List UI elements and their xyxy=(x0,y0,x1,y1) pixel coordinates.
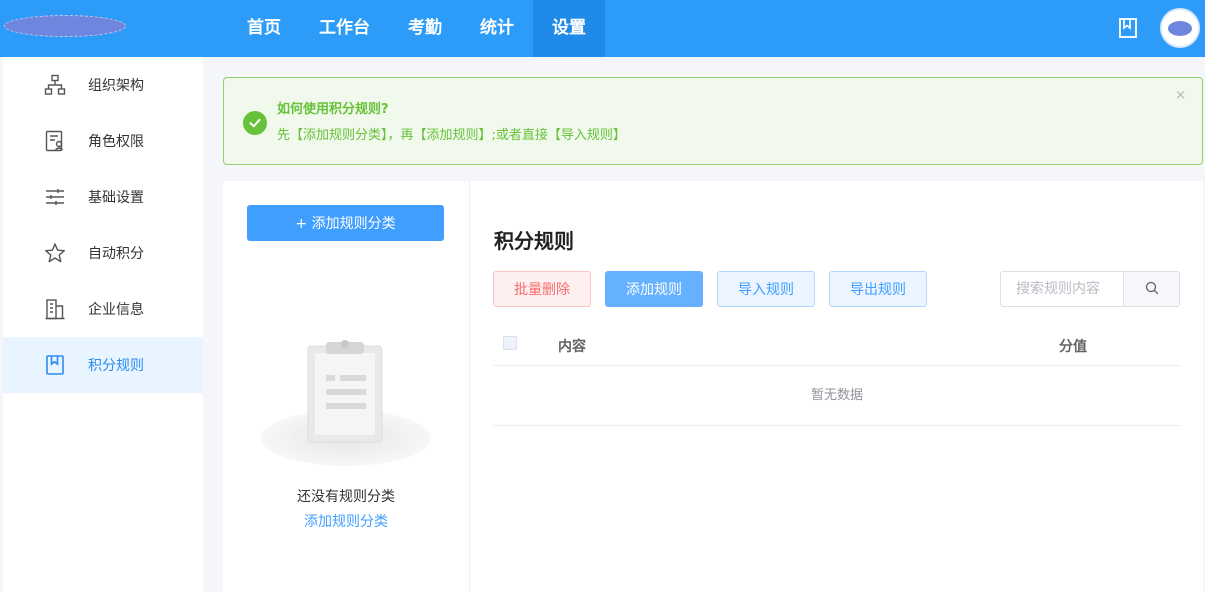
star-icon xyxy=(43,241,67,265)
avatar[interactable] xyxy=(1160,8,1200,48)
logo[interactable] xyxy=(4,15,126,37)
check-circle-icon xyxy=(243,111,267,135)
book-icon[interactable] xyxy=(1118,17,1138,39)
sidebar: 组织架构 角色权限 基础设置 自动积分 企业信息 积分规则 xyxy=(3,57,203,592)
nav-attendance[interactable]: 考勤 xyxy=(389,0,461,57)
sidebar-item-points-rules[interactable]: 积分规则 xyxy=(3,337,203,393)
search-icon xyxy=(1145,280,1159,299)
nav-statistics[interactable]: 统计 xyxy=(461,0,533,57)
nav-settings[interactable]: 设置 xyxy=(533,0,605,57)
sliders-icon xyxy=(43,185,67,209)
page-title: 积分规则 xyxy=(494,229,574,253)
column-header-content: 内容 xyxy=(558,339,586,355)
alert-description: 先【添加规则分类】，再【添加规则】;或者直接【导入规则】 xyxy=(277,128,626,143)
role-permission-icon xyxy=(43,129,67,153)
sidebar-item-label: 角色权限 xyxy=(88,134,144,150)
sidebar-item-label: 积分规则 xyxy=(88,358,144,374)
org-chart-icon xyxy=(43,73,67,97)
sidebar-item-label: 基础设置 xyxy=(88,190,144,206)
main-nav: 首页 工作台 考勤 统计 设置 xyxy=(228,0,605,57)
import-rule-button[interactable]: 导入规则 xyxy=(717,271,815,307)
nav-home[interactable]: 首页 xyxy=(228,0,300,57)
empty-clipboard-icon xyxy=(260,336,432,466)
usage-tip-alert: 如何使用积分规则? 先【添加规则分类】，再【添加规则】;或者直接【导入规则】 × xyxy=(223,77,1203,165)
search-input[interactable] xyxy=(1001,272,1123,306)
sidebar-item-auto-points[interactable]: 自动积分 xyxy=(3,225,203,281)
add-category-button[interactable]: + 添加规则分类 xyxy=(247,205,444,241)
sidebar-item-label: 企业信息 xyxy=(88,302,144,318)
select-all-checkbox[interactable] xyxy=(503,336,517,350)
bookmark-icon xyxy=(43,353,67,377)
top-header: 首页 工作台 考勤 统计 设置 xyxy=(0,0,1205,57)
sidebar-item-label: 自动积分 xyxy=(88,246,144,262)
export-rule-button[interactable]: 导出规则 xyxy=(829,271,927,307)
sidebar-item-label: 组织架构 xyxy=(88,78,144,94)
column-header-score: 分值 xyxy=(1059,339,1087,355)
building-icon xyxy=(43,297,67,321)
search-button[interactable] xyxy=(1123,272,1179,306)
close-icon[interactable]: × xyxy=(1175,88,1186,103)
sidebar-item-org-structure[interactable]: 组织架构 xyxy=(3,57,203,113)
sidebar-item-basic-settings[interactable]: 基础设置 xyxy=(3,169,203,225)
table-header: 内容 分值 xyxy=(493,326,1181,366)
add-category-link[interactable]: 添加规则分类 xyxy=(223,511,469,531)
alert-title: 如何使用积分规则? xyxy=(277,102,389,117)
rules-panel: 积分规则 批量删除 添加规则 导入规则 导出规则 内容 分值 暂无数据 xyxy=(469,181,1203,592)
search-box xyxy=(1000,271,1180,307)
batch-delete-button[interactable]: 批量删除 xyxy=(493,271,591,307)
sidebar-item-role-permission[interactable]: 角色权限 xyxy=(3,113,203,169)
nav-workbench[interactable]: 工作台 xyxy=(300,0,389,57)
empty-category-text: 还没有规则分类 xyxy=(297,489,395,505)
table-empty-text: 暂无数据 xyxy=(493,366,1181,426)
sidebar-item-company-info[interactable]: 企业信息 xyxy=(3,281,203,337)
rule-category-panel: + 添加规则分类 还没有规则分类 添加规则分类 xyxy=(223,181,469,592)
add-rule-button[interactable]: 添加规则 xyxy=(605,271,703,307)
